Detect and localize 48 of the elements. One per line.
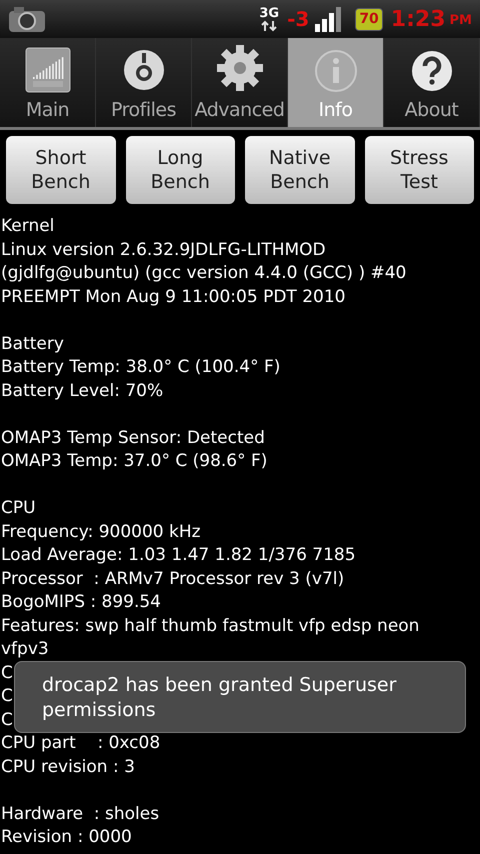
signal-delta: -3 <box>287 6 310 33</box>
battery-level: 70 <box>355 8 383 30</box>
info-text: Linux version 2.6.32.9JDLFG-LITHMOD <box>1 238 326 262</box>
info-text: C <box>1 708 13 732</box>
info-text: Battery Temp: 38.0° C (100.4° F) <box>1 356 280 379</box>
info-text: CPU part : 0xc08 <box>1 732 160 755</box>
info-text: (gjdlfg@ubuntu) (gcc version 4.4.0 (GCC) ) #40 <box>1 262 406 285</box>
info-text: C <box>1 662 13 684</box>
help-icon <box>410 49 454 94</box>
info-text: Frequency: 900000 kHz <box>1 520 201 544</box>
network-type: 3G <box>259 6 280 20</box>
bench-button[interactable]: Long Bench <box>126 136 235 204</box>
info-text: Revision : 0000 <box>1 826 132 849</box>
tab-label: About <box>404 99 458 123</box>
info-icon <box>314 49 358 94</box>
info-text: PREEMPT Mon Aug 9 11:00:05 PDT 2010 <box>1 286 346 308</box>
tab-label: Info <box>318 99 352 123</box>
tab-label: Profiles <box>111 99 176 123</box>
tab-label: Main <box>26 99 70 123</box>
info-text: Battery Level: 70% <box>1 380 164 402</box>
info-text: Kernel <box>1 215 54 238</box>
info-text: Battery <box>1 332 64 356</box>
cog-icon <box>214 43 264 94</box>
tab[interactable]: Profiles <box>96 38 192 127</box>
data-transfer-icon <box>260 20 278 32</box>
chart-icon <box>24 47 70 94</box>
camera-icon <box>8 5 46 33</box>
signal-icon <box>313 4 344 34</box>
info-text: CPU <box>1 497 36 520</box>
toast-text: drocap2 has been granted Superuser permissions <box>42 674 396 721</box>
info-text: C <box>1 685 13 708</box>
info-text: Processor : ARMv7 Processor rev 3 (v7l) <box>1 568 344 590</box>
info-text: OMAP3 Temp: 37.0° C (98.6° F) <box>1 450 268 473</box>
info-text: Features: swp half thumb fastmult vfp edsp neon vfpv3 <box>1 614 420 661</box>
info-text: Load Average: 1.03 1.47 1.82 1/376 7185 <box>1 544 356 567</box>
clock: 1:23 <box>390 6 446 34</box>
info-text: OMAP3 Temp Sensor: Detected <box>1 426 265 450</box>
tab[interactable]: Advanced <box>192 38 288 127</box>
info-text: Hardware : sholes <box>1 802 160 826</box>
tab-label: Advanced <box>194 99 284 123</box>
bench-button[interactable]: Short Bench <box>6 136 116 204</box>
info-text: BogoMIPS : 899.54 <box>1 591 161 614</box>
clock-meridiem: PM <box>450 12 472 30</box>
tab[interactable]: Main <box>0 38 96 127</box>
info-text: CPU revision : 3 <box>1 756 135 778</box>
tab[interactable]: About <box>384 38 480 127</box>
bench-button[interactable]: Stress Test <box>364 136 474 204</box>
bench-button[interactable]: Native Bench <box>245 136 354 204</box>
